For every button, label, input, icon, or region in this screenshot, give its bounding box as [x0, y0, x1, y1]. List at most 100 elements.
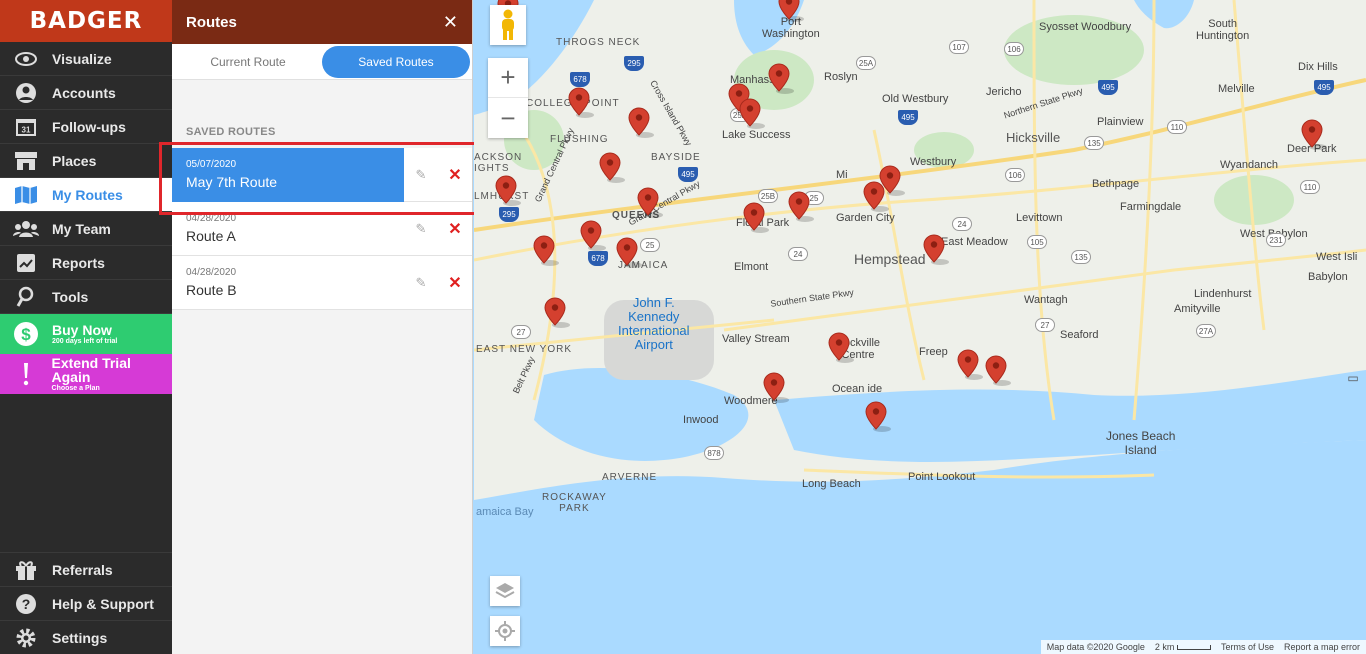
map-pin-icon[interactable]: [743, 202, 770, 234]
sidebar-item-label: Settings: [52, 629, 108, 646]
sidebar-item-label: Visualize: [52, 50, 112, 67]
map-pin-icon[interactable]: [544, 297, 571, 329]
map-pin-icon[interactable]: [763, 372, 790, 404]
route-name: Route B: [186, 282, 237, 298]
help-icon: ?: [0, 587, 52, 621]
delete-icon[interactable]: ✕: [438, 273, 472, 293]
team-icon: [0, 212, 52, 246]
list-item[interactable]: 04/28/2020 Route B ✎ ✕: [172, 256, 472, 310]
layers-icon[interactable]: [490, 576, 520, 606]
choose-plan-label: Choose a Plan: [51, 385, 100, 392]
badger-logo[interactable]: BADGER: [0, 0, 172, 42]
sidebar-item-tools[interactable]: Tools: [0, 280, 172, 314]
map-pin-icon[interactable]: [495, 175, 522, 207]
report-error-link[interactable]: Report a map error: [1284, 642, 1360, 652]
gift-icon: [0, 553, 52, 587]
selection-highlight-box: [159, 142, 484, 215]
buy-now-label: Buy Now: [52, 322, 112, 338]
trial-days-left: 200 days left of trial: [52, 338, 118, 345]
delete-icon[interactable]: ✕: [438, 219, 472, 239]
sidebar-item-follow-ups[interactable]: 31 Follow-ups: [0, 110, 172, 144]
calendar-day: 31: [22, 125, 31, 134]
map[interactable]: Port Washington Manhasset Roslyn Old Wes…: [474, 0, 1366, 654]
map-pin-icon[interactable]: [778, 0, 805, 23]
sidebar-item-label: Places: [52, 152, 97, 169]
map-fullscreen-icon[interactable]: ▭: [1342, 370, 1364, 386]
map-pin-icon[interactable]: [599, 152, 626, 184]
route-date: 04/28/2020: [186, 267, 237, 278]
close-icon[interactable]: ✕: [443, 12, 458, 33]
sidebar-item-accounts[interactable]: Accounts: [0, 76, 172, 110]
svg-text:$: $: [21, 325, 31, 344]
sidebar-item-label: Referrals: [52, 561, 113, 578]
map-pin-icon[interactable]: [616, 237, 643, 269]
sidebar-item-visualize[interactable]: Visualize: [0, 42, 172, 76]
sidebar-item-label: Tools: [52, 288, 89, 305]
route-tabs: Current Route Saved Routes: [172, 44, 472, 80]
zoom-in-button[interactable]: +: [488, 58, 528, 98]
svg-text:?: ?: [22, 596, 31, 612]
map-pin-icon[interactable]: [580, 220, 607, 252]
map-icon: [0, 178, 52, 212]
sidebar-item-label: My Team: [52, 220, 111, 237]
sidebar-bottom: Referrals ? Help & Support Settings: [0, 552, 172, 654]
map-pin-icon[interactable]: [985, 355, 1012, 387]
sidebar-item-label: Accounts: [52, 84, 116, 101]
sidebar-item-referrals[interactable]: Referrals: [0, 552, 172, 586]
my-location-icon[interactable]: [490, 616, 520, 646]
map-attribution: Map data ©2020 Google 2 km Terms of Use …: [1040, 640, 1366, 654]
store-icon: [0, 144, 52, 178]
calendar-icon: 31: [0, 110, 52, 144]
pencil-icon[interactable]: ✎: [404, 275, 438, 291]
routes-header: Routes ✕: [172, 0, 472, 44]
sidebar-item-reports[interactable]: Reports: [0, 246, 172, 280]
map-pin-icon[interactable]: [957, 349, 984, 381]
map-scale: 2 km: [1155, 642, 1211, 652]
sidebar-item-label: Help & Support: [52, 595, 154, 612]
map-pin-icon[interactable]: [828, 332, 855, 364]
sidebar: BADGER Visualize Accounts 31 Follow-ups …: [0, 0, 172, 654]
map-data-credit: Map data ©2020 Google: [1046, 642, 1145, 652]
sidebar-item-label: Reports: [52, 254, 105, 271]
zoom-out-button[interactable]: −: [488, 98, 528, 138]
map-pin-icon[interactable]: [568, 87, 595, 119]
saved-routes-heading: SAVED ROUTES: [186, 126, 276, 138]
sidebar-item-settings[interactable]: Settings: [0, 620, 172, 654]
logo-text: BADGER: [29, 8, 143, 34]
route-info[interactable]: 04/28/2020 Route A: [172, 213, 404, 244]
terms-link[interactable]: Terms of Use: [1221, 642, 1274, 652]
map-pins: [495, 0, 1328, 433]
extend-trial-button[interactable]: Extend Trial Again Choose a Plan: [0, 354, 172, 394]
map-pin-icon[interactable]: [637, 187, 664, 219]
sidebar-item-label: My Routes: [52, 186, 123, 203]
tools-icon: [0, 280, 52, 314]
map-pin-icon[interactable]: [788, 191, 815, 223]
pencil-icon[interactable]: ✎: [404, 221, 438, 237]
map-pin-icon[interactable]: [865, 401, 892, 433]
sidebar-item-my-routes[interactable]: My Routes: [0, 178, 172, 212]
map-pin-icon[interactable]: [768, 63, 795, 95]
route-info[interactable]: 04/28/2020 Route B: [172, 267, 404, 298]
routes-panel: Routes ✕ Current Route Saved Routes SAVE…: [172, 0, 473, 654]
sidebar-item-places[interactable]: Places: [0, 144, 172, 178]
person-icon: [0, 76, 52, 110]
sidebar-item-my-team[interactable]: My Team: [0, 212, 172, 246]
map-pin-icon[interactable]: [1301, 119, 1328, 151]
dollar-icon: $: [0, 317, 52, 351]
map-pin-icon[interactable]: [739, 98, 766, 130]
sidebar-item-help[interactable]: ? Help & Support: [0, 586, 172, 620]
pegman-icon[interactable]: [490, 5, 526, 45]
map-pin-icon[interactable]: [628, 107, 655, 139]
extend-trial-label: Extend Trial Again: [51, 355, 131, 385]
map-pin-icon[interactable]: [923, 234, 950, 266]
map-pin-icon[interactable]: [533, 235, 560, 267]
tab-saved-routes[interactable]: Saved Routes: [322, 45, 470, 78]
eye-icon: [0, 42, 52, 76]
tab-current-route[interactable]: Current Route: [174, 46, 322, 78]
gear-icon: [0, 621, 52, 654]
buy-now-button[interactable]: $ Buy Now 200 days left of trial: [0, 314, 172, 354]
routes-title: Routes: [186, 13, 237, 31]
exclamation-icon: [0, 357, 52, 391]
route-name: Route A: [186, 228, 236, 244]
sidebar-item-label: Follow-ups: [52, 118, 126, 135]
